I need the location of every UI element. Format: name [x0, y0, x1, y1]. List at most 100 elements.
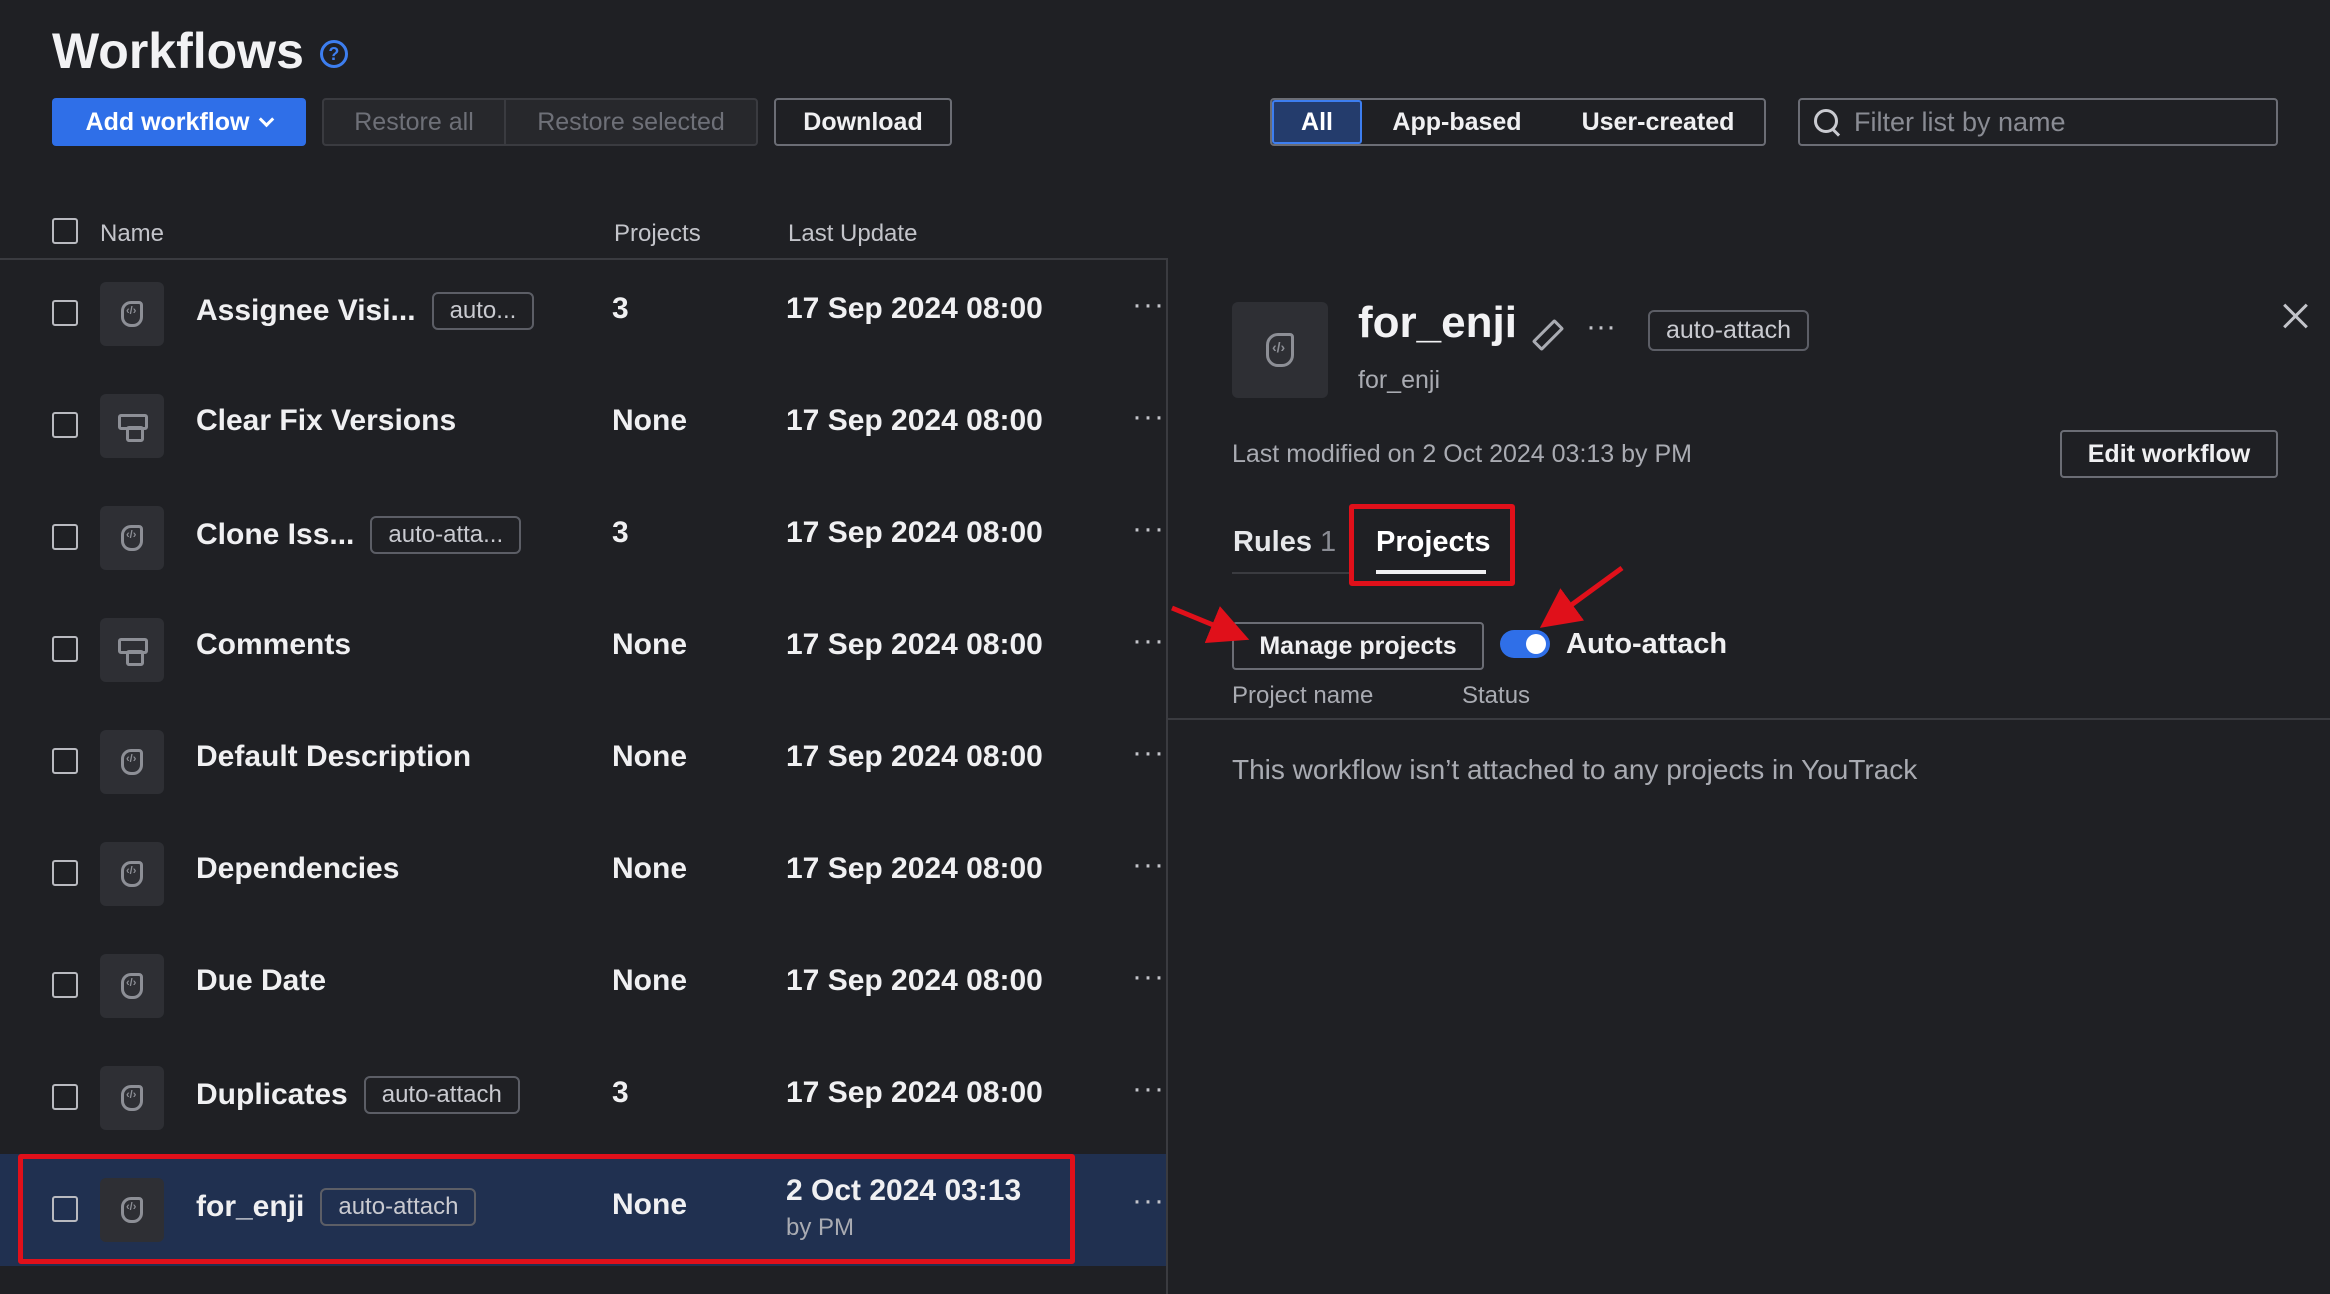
table-row[interactable]: Comments None 17 Sep 2024 08:00 ··· — [0, 594, 1166, 706]
restore-all-button[interactable]: Restore all — [324, 100, 506, 144]
help-icon[interactable]: ? — [319, 40, 348, 68]
row-checkbox[interactable] — [52, 300, 78, 326]
row-name-text: Default Description — [196, 740, 472, 773]
row-tag: auto... — [431, 292, 535, 330]
arrow-to-auto-attach-toggle — [1539, 565, 1624, 628]
row-last-update: 17 Sep 2024 08:00 — [786, 292, 1043, 325]
column-header-status: Status — [1462, 682, 1531, 709]
row-projects: None — [612, 628, 687, 661]
row-name-text: Dependencies — [196, 852, 400, 885]
row-more-icon[interactable]: ··· — [1132, 512, 1165, 546]
restore-selected-button[interactable]: Restore selected — [506, 100, 756, 144]
row-last-update: 17 Sep 2024 08:00 — [786, 516, 1043, 549]
row-name-text: Clear Fix Versions — [196, 404, 457, 437]
row-checkbox[interactable] — [52, 524, 78, 550]
row-name: Due Date — [196, 964, 326, 998]
manage-projects-button[interactable]: Manage projects — [1232, 622, 1484, 670]
column-header-name[interactable]: Name — [100, 220, 164, 248]
select-all-checkbox[interactable] — [52, 218, 78, 244]
row-name-text: Due Date — [196, 964, 327, 997]
workflow-script-icon — [100, 730, 164, 794]
tab-divider — [1232, 572, 1350, 574]
workflow-script-icon — [100, 842, 164, 906]
row-checkbox[interactable] — [52, 748, 78, 774]
row-projects: None — [612, 964, 687, 997]
last-modified-text: Last modified on 2 Oct 2024 03:13 by PM — [1232, 440, 1692, 468]
row-more-icon[interactable]: ··· — [1132, 1072, 1165, 1106]
table-row[interactable]: Assignee Visi... auto... 3 17 Sep 2024 0… — [0, 258, 1166, 370]
table-row[interactable]: Due Date None 17 Sep 2024 08:00 ··· — [0, 930, 1166, 1042]
row-name-text: Assignee Visi... — [196, 294, 416, 327]
row-tag: auto-atta... — [370, 516, 522, 554]
workflow-script-icon — [100, 954, 164, 1018]
row-more-icon[interactable]: ··· — [1132, 624, 1165, 658]
workflow-script-icon — [100, 506, 164, 570]
row-checkbox[interactable] — [52, 412, 78, 438]
row-projects: 3 — [612, 292, 629, 325]
row-last-update: 17 Sep 2024 08:00 — [786, 1076, 1043, 1109]
row-last-update: 17 Sep 2024 08:00 — [786, 404, 1043, 437]
detail-subtitle: for_enji — [1358, 366, 1440, 394]
detail-more-icon[interactable]: ··· — [1586, 310, 1616, 344]
row-more-icon[interactable]: ··· — [1132, 960, 1165, 994]
filter-user-created[interactable]: User-created — [1552, 100, 1764, 144]
empty-state-message: This workflow isn’t attached to any proj… — [1232, 754, 1918, 785]
row-last-update: 17 Sep 2024 08:00 — [786, 740, 1043, 773]
table-row[interactable]: Default Description None 17 Sep 2024 08:… — [0, 706, 1166, 818]
auto-attach-toggle[interactable] — [1500, 630, 1550, 658]
row-more-icon[interactable]: ··· — [1132, 288, 1165, 322]
pencil-icon[interactable] — [1526, 316, 1560, 350]
row-last-update: 17 Sep 2024 08:00 — [786, 628, 1043, 661]
row-name: Comments — [196, 628, 351, 662]
row-more-icon[interactable]: ··· — [1132, 848, 1165, 882]
detail-table-divider — [1168, 718, 2330, 720]
table-row[interactable]: Clear Fix Versions None 17 Sep 2024 08:0… — [0, 370, 1166, 482]
table-row[interactable]: Clone Iss... auto-atta... 3 17 Sep 2024 … — [0, 482, 1166, 594]
filter-all[interactable]: All — [1272, 100, 1362, 144]
row-last-update: 17 Sep 2024 08:00 — [786, 852, 1043, 885]
row-tag: auto-attach — [363, 1076, 520, 1114]
column-header-projects[interactable]: Projects — [614, 220, 701, 248]
row-projects: None — [612, 404, 687, 437]
detail-tag: auto-attach — [1648, 310, 1810, 351]
search-input[interactable] — [1854, 106, 2254, 138]
row-last-update: 17 Sep 2024 08:00 — [786, 964, 1043, 997]
table-row[interactable]: Dependencies None 17 Sep 2024 08:00 ··· — [0, 818, 1166, 930]
row-checkbox[interactable] — [52, 1084, 78, 1110]
row-more-icon[interactable]: ··· — [1132, 736, 1165, 770]
detail-title: for_enji — [1358, 298, 1517, 347]
workflow-rule-icon — [100, 394, 164, 458]
edit-workflow-button[interactable]: Edit workflow — [2060, 430, 2278, 478]
workflow-script-icon — [100, 282, 164, 346]
workflow-script-icon — [1232, 302, 1328, 398]
download-button[interactable]: Download — [774, 98, 952, 146]
row-projects: 3 — [612, 516, 629, 549]
add-workflow-label: Add workflow — [85, 107, 250, 136]
row-more-icon[interactable]: ··· — [1132, 1184, 1165, 1218]
row-checkbox[interactable] — [52, 860, 78, 886]
restore-button-group: Restore all Restore selected — [322, 98, 758, 146]
add-workflow-button[interactable]: Add workflow — [52, 98, 306, 146]
row-name: Duplicates auto-attach — [196, 1076, 520, 1114]
table-row[interactable]: Duplicates auto-attach 3 17 Sep 2024 08:… — [0, 1042, 1166, 1154]
row-projects: None — [612, 852, 687, 885]
auto-attach-label: Auto-attach — [1566, 628, 1728, 660]
row-more-icon[interactable]: ··· — [1132, 400, 1165, 434]
page-title: Workflows ? — [52, 22, 348, 80]
arrow-to-manage-projects — [1171, 605, 1250, 644]
tab-rules[interactable]: Rules 1 — [1233, 526, 1336, 559]
row-name-text: Comments — [196, 628, 352, 661]
row-checkbox[interactable] — [52, 636, 78, 662]
tab-rules-count: 1 — [1319, 526, 1337, 558]
row-projects: None — [612, 740, 687, 773]
column-header-last-update[interactable]: Last Update — [788, 220, 917, 248]
highlight-box-projects-tab — [1349, 504, 1515, 586]
highlight-box-selected-row — [18, 1154, 1075, 1264]
search-box — [1798, 98, 2278, 146]
filter-app-based[interactable]: App-based — [1362, 100, 1552, 144]
close-icon[interactable] — [2280, 300, 2310, 330]
row-name-text: Clone Iss... — [196, 518, 355, 551]
row-checkbox[interactable] — [52, 972, 78, 998]
row-name-text: Duplicates — [196, 1078, 348, 1111]
row-name: Clone Iss... auto-atta... — [196, 516, 522, 554]
